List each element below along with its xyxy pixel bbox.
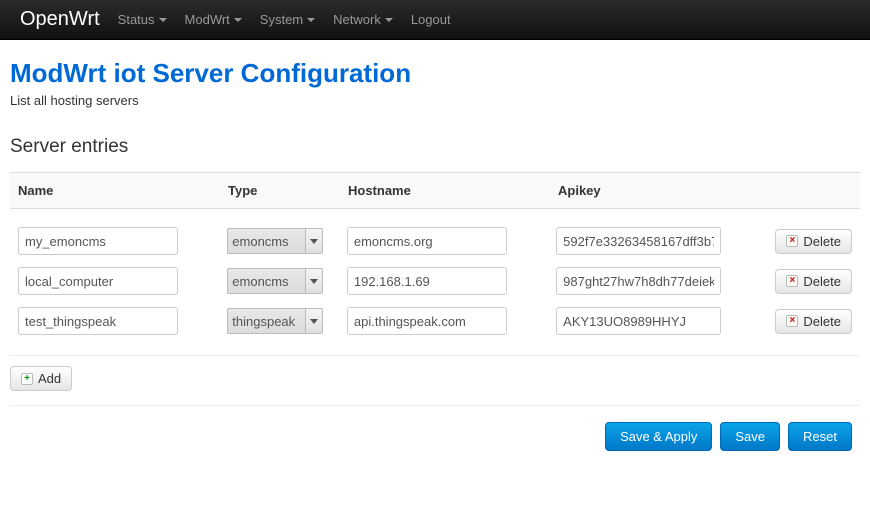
page-subtitle: List all hosting servers [10,93,860,108]
save-apply-button[interactable]: Save & Apply [605,422,712,451]
footer-actions: Save & Apply Save Reset [10,405,860,461]
table-header: Name Type Hostname Apikey [10,173,860,209]
section-title: Server entries [10,136,860,158]
brand[interactable]: OpenWrt [20,8,100,31]
hostname-input[interactable] [347,267,507,295]
nav-label: Network [333,12,381,27]
col-header-actions [778,183,852,198]
table-row: × Delete [10,261,860,301]
apikey-input[interactable] [556,227,721,255]
nav-label: Status [118,12,155,27]
chevron-down-icon [310,239,318,244]
hostname-input[interactable] [347,307,507,335]
type-select[interactable] [227,268,347,294]
table-row: × Delete [10,301,860,341]
nav-menu: Status ModWrt System Network Logout [118,12,469,27]
type-select-toggle[interactable] [305,308,323,334]
nav-item-network[interactable]: Network [333,12,393,27]
delete-label: Delete [803,274,841,289]
type-select[interactable] [227,308,347,334]
add-icon: + [21,373,33,385]
server-table: Name Type Hostname Apikey × [10,172,860,405]
delete-button[interactable]: × Delete [775,229,852,254]
nav-item-status[interactable]: Status [118,12,167,27]
navbar: OpenWrt Status ModWrt System Network Log… [0,0,870,40]
delete-label: Delete [803,314,841,329]
hostname-input[interactable] [347,227,507,255]
chevron-down-icon [385,18,393,22]
nav-label: Logout [411,12,451,27]
main-container: ModWrt iot Server Configuration List all… [0,40,870,481]
apikey-input[interactable] [556,307,721,335]
table-body: × Delete × Delet [10,209,860,345]
type-select-value[interactable] [227,228,305,254]
chevron-down-icon [310,319,318,324]
table-row: × Delete [10,221,860,261]
col-header-hostname: Hostname [348,183,558,198]
delete-icon: × [786,235,798,247]
page-title: ModWrt iot Server Configuration [10,58,860,89]
nav-label: System [260,12,303,27]
chevron-down-icon [234,18,242,22]
col-header-type: Type [228,183,348,198]
add-label: Add [38,371,61,386]
chevron-down-icon [310,279,318,284]
name-input[interactable] [18,267,178,295]
delete-label: Delete [803,234,841,249]
apikey-input[interactable] [556,267,721,295]
chevron-down-icon [159,18,167,22]
col-header-name: Name [18,183,228,198]
add-button[interactable]: + Add [10,366,72,391]
delete-icon: × [786,275,798,287]
nav-item-system[interactable]: System [260,12,315,27]
name-input[interactable] [18,227,178,255]
col-header-apikey: Apikey [558,183,778,198]
add-row: + Add [10,355,860,405]
type-select-value[interactable] [227,268,305,294]
type-select-toggle[interactable] [305,228,323,254]
reset-button[interactable]: Reset [788,422,852,451]
type-select-toggle[interactable] [305,268,323,294]
save-button[interactable]: Save [720,422,780,451]
nav-label: ModWrt [185,12,230,27]
delete-button[interactable]: × Delete [775,309,852,334]
chevron-down-icon [307,18,315,22]
delete-icon: × [786,315,798,327]
name-input[interactable] [18,307,178,335]
nav-item-modwrt[interactable]: ModWrt [185,12,242,27]
delete-button[interactable]: × Delete [775,269,852,294]
type-select-value[interactable] [227,308,305,334]
nav-item-logout[interactable]: Logout [411,12,451,27]
type-select[interactable] [227,228,347,254]
